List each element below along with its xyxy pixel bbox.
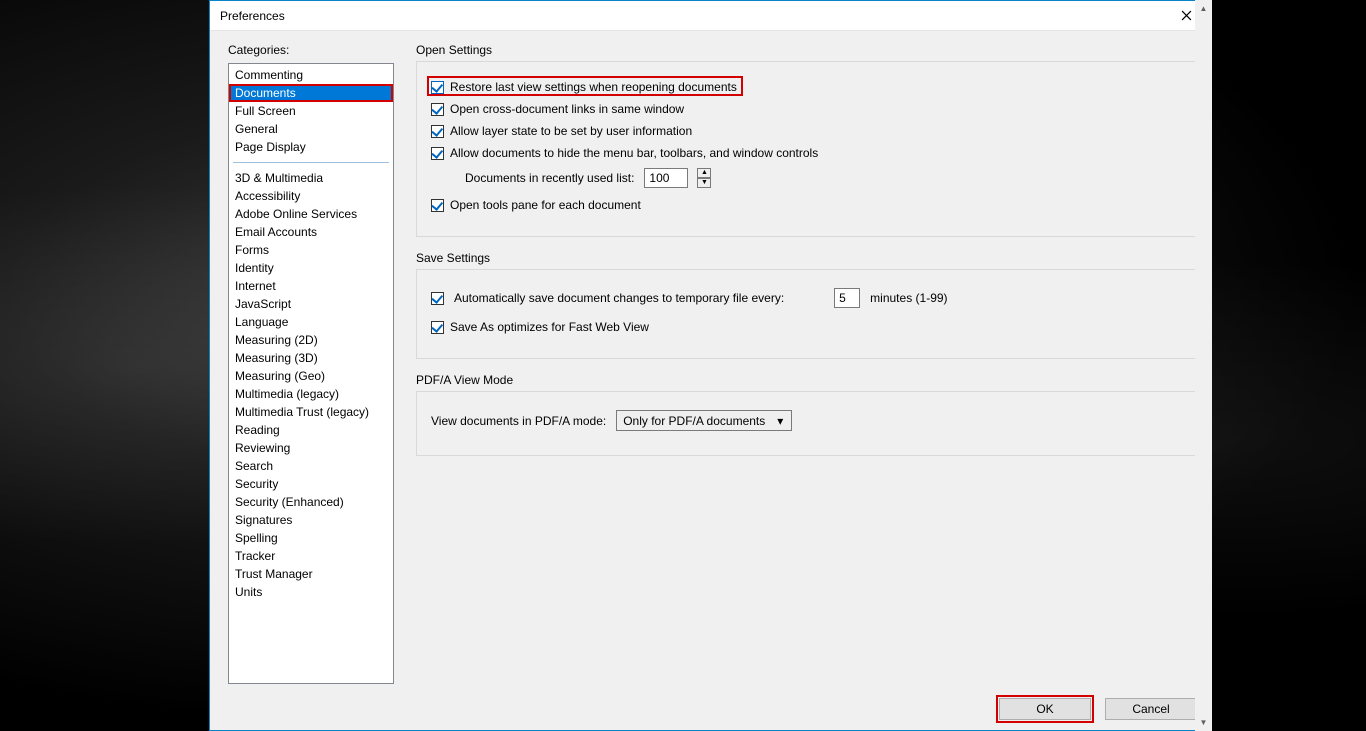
category-item[interactable]: Adobe Online Services	[229, 205, 393, 223]
category-item[interactable]: Identity	[229, 259, 393, 277]
category-item[interactable]: Trust Manager	[229, 565, 393, 583]
tools-pane-checkbox[interactable]	[431, 199, 444, 212]
category-item[interactable]: General	[229, 120, 393, 138]
window-title: Preferences	[220, 9, 285, 23]
preferences-dialog: Preferences Categories: CommentingDocume…	[209, 0, 1212, 731]
outer-scrollbar[interactable]: ▲ ▼	[1195, 0, 1212, 731]
save-settings-title: Save Settings	[416, 251, 1197, 265]
hide-menubar-row: Allow documents to hide the menu bar, to…	[431, 146, 1182, 160]
hide-menubar-checkbox[interactable]	[431, 147, 444, 160]
pdfa-mode-row: View documents in PDF/A mode: Only for P…	[431, 410, 1182, 431]
category-item[interactable]: Measuring (3D)	[229, 349, 393, 367]
recent-documents-row: Documents in recently used list: 100 ▲ ▼	[465, 168, 1182, 188]
scroll-down-icon[interactable]: ▼	[1195, 714, 1212, 731]
pdfa-title: PDF/A View Mode	[416, 373, 1197, 387]
category-item[interactable]: Full Screen	[229, 102, 393, 120]
autosave-suffix: minutes (1-99)	[870, 291, 947, 305]
pdfa-mode-select[interactable]: Only for PDF/A documents ▾	[616, 410, 792, 431]
fast-web-label: Save As optimizes for Fast Web View	[450, 320, 649, 334]
open-settings-title: Open Settings	[416, 43, 1197, 57]
ok-button[interactable]: OK	[999, 698, 1091, 720]
pdfa-mode-value: Only for PDF/A documents	[623, 414, 765, 428]
close-icon	[1181, 10, 1192, 21]
autosave-minutes-input[interactable]: 5	[834, 288, 860, 308]
autosave-row: Automatically save document changes to t…	[431, 288, 1182, 308]
category-item[interactable]: Reviewing	[229, 439, 393, 457]
category-item[interactable]: 3D & Multimedia	[229, 169, 393, 187]
autosave-checkbox[interactable]	[431, 292, 444, 305]
category-item[interactable]: Multimedia (legacy)	[229, 385, 393, 403]
category-item[interactable]: Units	[229, 583, 393, 601]
restore-last-view-checkbox[interactable]	[431, 81, 444, 94]
spinner-up-icon[interactable]: ▲	[697, 168, 711, 178]
dialog-buttons: OK Cancel	[228, 684, 1197, 720]
categories-list[interactable]: CommentingDocumentsFull ScreenGeneralPag…	[228, 63, 394, 684]
restore-last-view-label: Restore last view settings when reopenin…	[450, 80, 737, 94]
pdfa-section: PDF/A View Mode View documents in PDF/A …	[416, 373, 1197, 456]
cancel-button[interactable]: Cancel	[1105, 698, 1197, 720]
pdfa-mode-label: View documents in PDF/A mode:	[431, 414, 606, 428]
titlebar: Preferences	[210, 1, 1211, 31]
category-item[interactable]: Tracker	[229, 547, 393, 565]
recent-documents-input[interactable]: 100	[644, 168, 688, 188]
category-item[interactable]: Security (Enhanced)	[229, 493, 393, 511]
category-item[interactable]: Email Accounts	[229, 223, 393, 241]
category-item[interactable]: Language	[229, 313, 393, 331]
spinner-down-icon[interactable]: ▼	[697, 178, 711, 188]
categories-panel: Categories: CommentingDocumentsFull Scre…	[228, 43, 394, 684]
restore-last-view-row: Restore last view settings when reopenin…	[431, 80, 1182, 94]
cross-doc-links-label: Open cross-document links in same window	[450, 102, 684, 116]
category-item[interactable]: Measuring (2D)	[229, 331, 393, 349]
category-item[interactable]: JavaScript	[229, 295, 393, 313]
save-settings-section: Save Settings Automatically save documen…	[416, 251, 1197, 359]
category-item[interactable]: Security	[229, 475, 393, 493]
fast-web-checkbox[interactable]	[431, 321, 444, 334]
cross-doc-links-checkbox[interactable]	[431, 103, 444, 116]
settings-panel: Open Settings Restore last view settings…	[416, 43, 1197, 684]
category-item[interactable]: Forms	[229, 241, 393, 259]
fast-web-row: Save As optimizes for Fast Web View	[431, 320, 1182, 334]
category-item[interactable]: Multimedia Trust (legacy)	[229, 403, 393, 421]
category-item[interactable]: Search	[229, 457, 393, 475]
category-item[interactable]: Accessibility	[229, 187, 393, 205]
category-item[interactable]: Commenting	[229, 66, 393, 84]
category-item[interactable]: Documents	[229, 84, 393, 102]
category-separator	[233, 162, 389, 163]
autosave-label: Automatically save document changes to t…	[454, 291, 784, 305]
cross-doc-links-row: Open cross-document links in same window	[431, 102, 1182, 116]
layer-state-row: Allow layer state to be set by user info…	[431, 124, 1182, 138]
recent-documents-label: Documents in recently used list:	[465, 171, 634, 185]
tools-pane-label: Open tools pane for each document	[450, 198, 641, 212]
category-item[interactable]: Reading	[229, 421, 393, 439]
category-item[interactable]: Internet	[229, 277, 393, 295]
category-item[interactable]: Page Display	[229, 138, 393, 156]
hide-menubar-label: Allow documents to hide the menu bar, to…	[450, 146, 818, 160]
recent-documents-spinner[interactable]: ▲ ▼	[697, 168, 711, 188]
open-settings-section: Open Settings Restore last view settings…	[416, 43, 1197, 237]
category-item[interactable]: Signatures	[229, 511, 393, 529]
category-item[interactable]: Spelling	[229, 529, 393, 547]
category-item[interactable]: Measuring (Geo)	[229, 367, 393, 385]
scroll-up-icon[interactable]: ▲	[1195, 0, 1212, 17]
chevron-down-icon: ▾	[773, 414, 787, 428]
layer-state-label: Allow layer state to be set by user info…	[450, 124, 692, 138]
categories-label: Categories:	[228, 43, 394, 57]
layer-state-checkbox[interactable]	[431, 125, 444, 138]
dialog-body: Categories: CommentingDocumentsFull Scre…	[210, 31, 1211, 730]
tools-pane-row: Open tools pane for each document	[431, 198, 1182, 212]
